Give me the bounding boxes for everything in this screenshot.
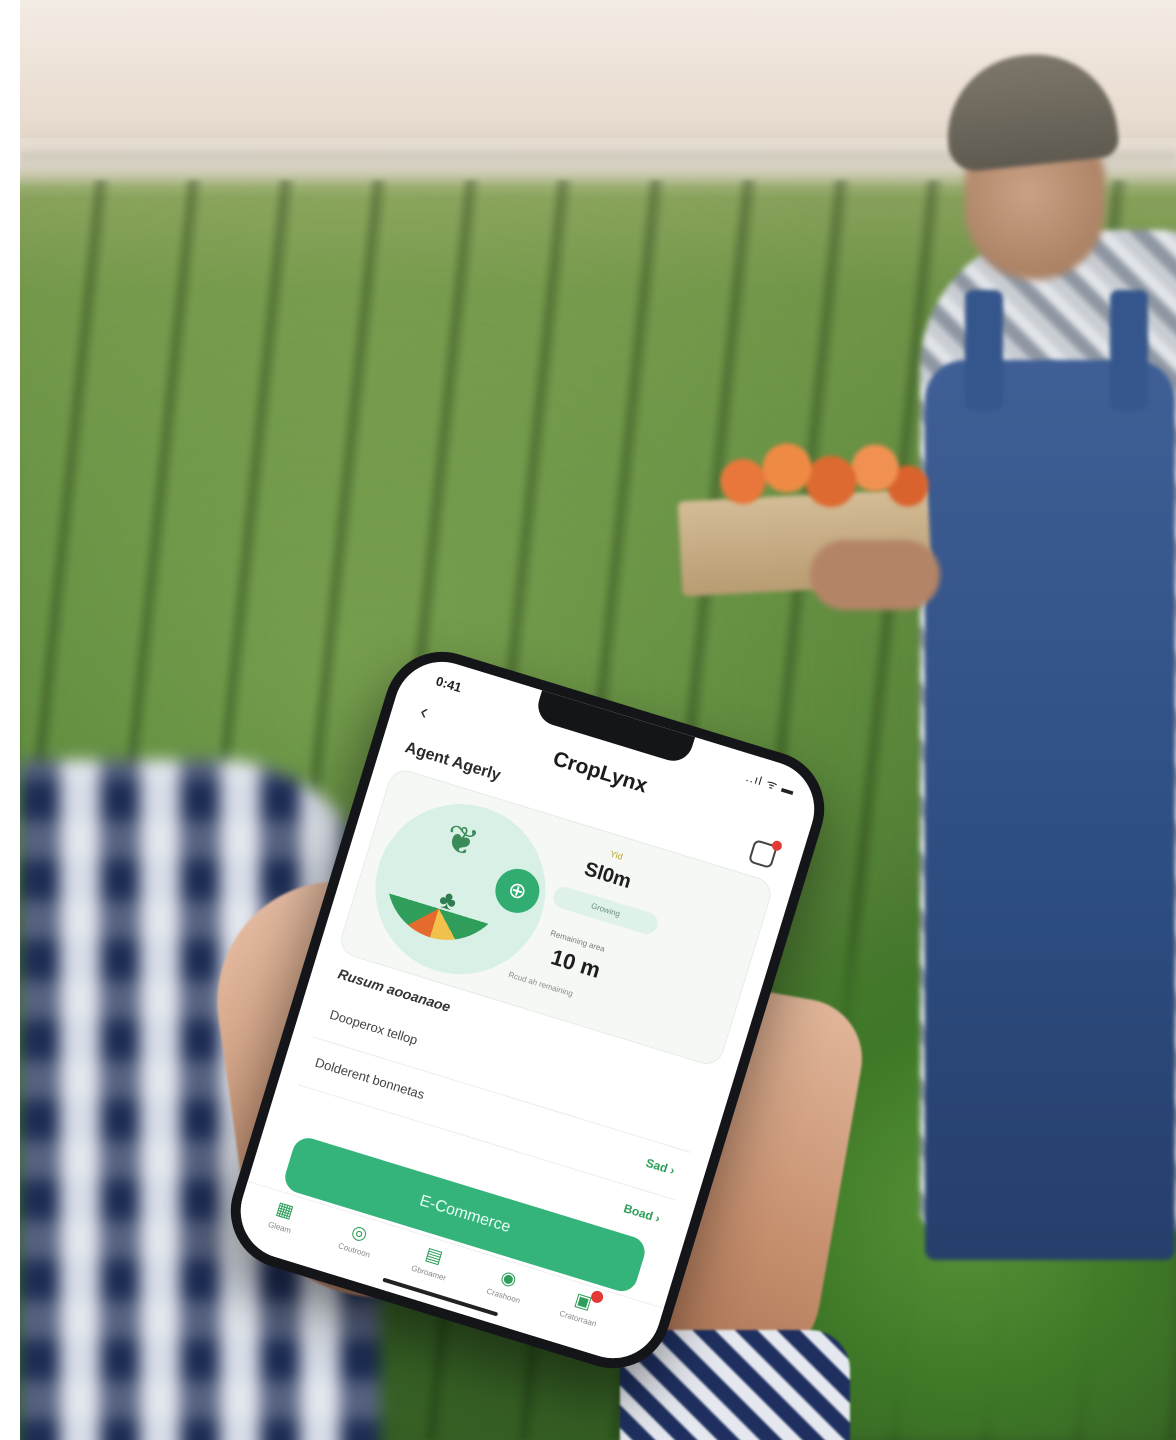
kpi-1-value: Sl0m (581, 858, 634, 894)
overall-strap-right (1110, 290, 1148, 410)
notification-badge (770, 839, 784, 852)
farmer-hand (810, 540, 940, 610)
status-icons: ..ıl ᯤ ▬ (744, 770, 797, 799)
overall-strap-left (965, 290, 1003, 410)
status-time: 0:41 (434, 673, 464, 696)
farmer-cap (939, 46, 1121, 174)
list-item-value: Sad › (644, 1155, 677, 1178)
kpi-1-pill[interactable]: Growing (550, 884, 661, 937)
bell-icon[interactable] (747, 839, 784, 869)
farmer-overalls (925, 360, 1175, 1260)
kpi-1-tag: Yid (608, 848, 625, 862)
list-item-value: Boad › (621, 1201, 662, 1226)
tomatoes (710, 432, 930, 522)
list-item-label: Dooperox tellop (328, 1006, 420, 1048)
